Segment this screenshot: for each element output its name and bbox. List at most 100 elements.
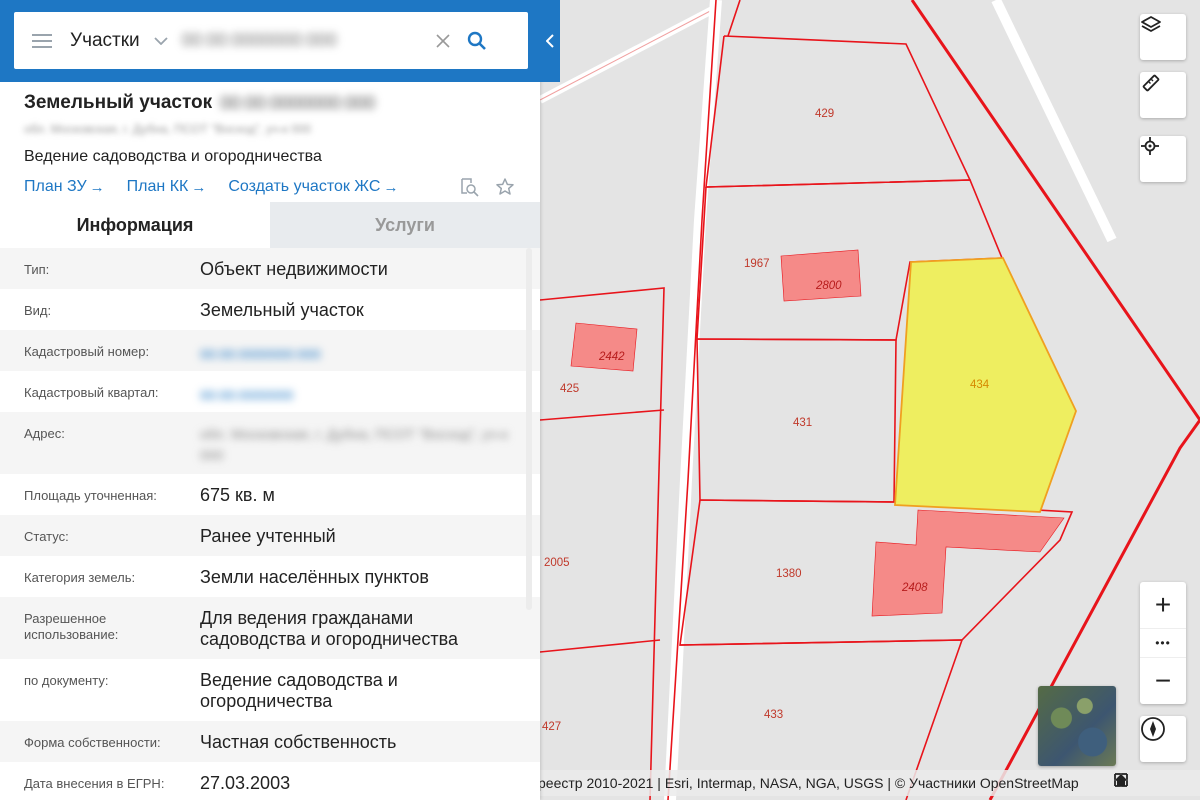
compass-icon: [1141, 717, 1165, 741]
object-cad-number: 00:00:0000000:000: [220, 92, 376, 113]
chevron-down-icon: [154, 34, 168, 48]
info-row-kind: Вид: Земельный участок: [0, 289, 540, 330]
info-label: Кадастровый квартал:: [24, 385, 159, 400]
info-panel: Участки 00:00:0000000:000 Земельный учас…: [0, 0, 540, 800]
info-row-permitted-use: Разрешенное использование: Для ведения г…: [0, 597, 540, 659]
attribution-text: реестр 2010-2021 | Esri, Intermap, NASA,…: [538, 775, 1079, 791]
info-label: Тип:: [24, 262, 50, 277]
zoom-controls: + ••• −: [1140, 582, 1186, 704]
cad-quarter-link[interactable]: 00:00:0000000: [200, 371, 540, 412]
search-bar-container: Участки 00:00:0000000:000: [0, 0, 540, 82]
zoom-to-object-button[interactable]: [458, 176, 480, 198]
arrow-right-icon: →: [191, 178, 207, 196]
info-row-status: Статус: Ранее учтенный: [0, 515, 540, 556]
parcel-label: 427: [542, 721, 561, 733]
compass-button[interactable]: [1140, 716, 1186, 762]
parcel-label: 2005: [544, 557, 570, 569]
object-address: обл. Московская, г. Дубна, ПСОТ "Восход"…: [24, 122, 312, 136]
info-label: Дата внесения в ЕГРН:: [24, 776, 165, 791]
zoom-in-button[interactable]: +: [1140, 582, 1186, 628]
search-icon: [467, 31, 486, 50]
plan-zu-link[interactable]: План ЗУ →: [24, 178, 105, 196]
info-value: обл. Московская, г. Дубна, ПСОТ "Восход"…: [200, 426, 508, 463]
locate-icon: [1141, 137, 1159, 155]
info-label: Адрес:: [24, 426, 65, 441]
panel-scrollbar[interactable]: [526, 248, 532, 610]
search-input[interactable]: 00:00:0000000:000: [182, 26, 422, 56]
info-value: Земельный участок: [200, 300, 364, 320]
close-icon: [436, 33, 450, 48]
info-row-area: Площадь уточненная: 675 кв. м: [0, 474, 540, 515]
plus-icon: +: [1154, 589, 1172, 620]
more-icon: •••: [1155, 636, 1171, 650]
hamburger-icon: [32, 33, 52, 48]
info-label: Кадастровый номер:: [24, 344, 150, 359]
info-value: 675 кв. м: [200, 485, 275, 505]
search-button[interactable]: [462, 26, 492, 56]
info-label: Вид:: [24, 303, 52, 318]
info-row-cad-quarter: Кадастровый квартал: 00:00:0000000: [0, 371, 540, 412]
info-value: Ведение садоводства и огородничества: [200, 670, 398, 711]
parcel-label: 433: [764, 709, 783, 721]
parcel-label-selected: 434: [970, 379, 990, 391]
layer-select[interactable]: Участки: [70, 12, 168, 69]
object-type-title: Земельный участок: [24, 92, 213, 113]
star-icon: [496, 178, 514, 195]
building-label: 2408: [901, 582, 928, 594]
zoom-more-button[interactable]: •••: [1140, 628, 1186, 658]
map-attribution: реестр 2010-2021 | Esri, Intermap, NASA,…: [534, 770, 1200, 796]
parcel-label: 1380: [776, 568, 802, 580]
info-row-by-document: по документу: Ведение садоводства и огор…: [0, 659, 540, 721]
zoom-to-object-icon: [461, 178, 479, 197]
menu-button[interactable]: [14, 12, 70, 69]
info-label: Статус:: [24, 529, 69, 544]
favorite-button[interactable]: [494, 176, 516, 198]
info-row-egrn-date: Дата внесения в ЕГРН: 27.03.2003: [0, 762, 540, 800]
layer-select-label: Участки: [70, 29, 140, 51]
info-row-address: Адрес: обл. Московская, г. Дубна, ПСОТ "…: [0, 412, 540, 474]
collapse-panel-button[interactable]: [540, 0, 560, 82]
info-value: Объект недвижимости: [200, 259, 388, 279]
locate-small-icon[interactable]: [1114, 773, 1162, 791]
info-label: Разрешенное использование:: [24, 611, 119, 642]
minus-icon: −: [1154, 665, 1172, 696]
plan-kk-link[interactable]: План КК →: [127, 178, 207, 196]
zoom-out-button[interactable]: −: [1140, 658, 1186, 704]
ruler-button[interactable]: [1140, 72, 1186, 118]
object-title: Земельный участок 00:00:0000000:000: [24, 90, 516, 116]
layers-icon: [1141, 16, 1161, 32]
locate-button[interactable]: [1140, 136, 1186, 182]
info-row-type: Тип: Объект недвижимости: [0, 248, 540, 289]
tabs: Информация Услуги: [0, 202, 540, 248]
parcel-label: 1967: [744, 258, 770, 270]
info-value: Частная собственность: [200, 732, 397, 752]
object-header: Земельный участок 00:00:0000000:000 обл.…: [0, 82, 540, 198]
arrow-right-icon: →: [89, 178, 105, 196]
create-zhs-link[interactable]: Создать участок ЖС →: [228, 178, 398, 196]
info-row-cad-number: Кадастровый номер: 00:00:0000000:000: [0, 330, 540, 371]
info-label: Категория земель:: [24, 570, 136, 585]
expand-icon[interactable]: [1114, 773, 1192, 791]
info-label: Площадь уточненная:: [24, 488, 157, 503]
info-row-ownership: Форма собственности: Частная собственнос…: [0, 721, 540, 762]
search-box: Участки 00:00:0000000:000: [14, 12, 528, 69]
info-value: Ранее учтенный: [200, 526, 336, 546]
chevron-left-icon: [546, 34, 554, 48]
info-label: Форма собственности:: [24, 735, 161, 750]
info-table: Тип: Объект недвижимости Вид: Земельный …: [0, 248, 540, 800]
layers-button[interactable]: [1140, 14, 1186, 60]
ruler-icon: [1142, 74, 1160, 92]
building-label: 2800: [815, 280, 842, 292]
info-value: Для ведения гражданами садоводства и ого…: [200, 608, 458, 649]
basemap-switcher[interactable]: [1038, 686, 1116, 766]
tab-info[interactable]: Информация: [0, 202, 270, 248]
object-use: Ведение садоводства и огородничества: [24, 148, 322, 165]
info-value: 27.03.2003: [200, 773, 291, 793]
tab-services[interactable]: Услуги: [270, 202, 540, 248]
building-label: 2442: [598, 351, 625, 363]
object-links: План ЗУ → План КК → Создать участок ЖС →: [24, 176, 516, 198]
clear-search-button[interactable]: [428, 26, 458, 56]
parcel-label: 429: [815, 108, 834, 120]
cad-number-link[interactable]: 00:00:0000000:000: [200, 330, 540, 371]
arrow-right-icon: →: [383, 178, 399, 196]
